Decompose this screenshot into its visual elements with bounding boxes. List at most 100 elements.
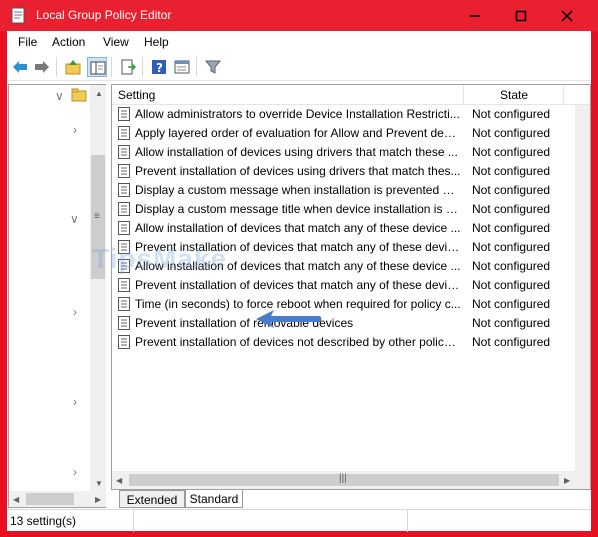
up-one-level-button[interactable] (63, 57, 83, 77)
chevron-right-icon[interactable]: › (73, 465, 77, 479)
view-tabs: Extended Standard (111, 490, 591, 508)
tree-vertical-scrollbar[interactable] (90, 85, 106, 491)
setting-state: Not configured (472, 278, 551, 292)
maximize-button[interactable] (498, 0, 544, 31)
help-icon: ? (152, 60, 166, 75)
back-button[interactable] (10, 57, 30, 77)
properties-button[interactable] (172, 57, 192, 77)
column-divider[interactable] (463, 85, 464, 105)
policy-setting-icon (118, 107, 130, 121)
show-hide-tree-button[interactable] (87, 57, 107, 77)
setting-state: Not configured (472, 240, 551, 254)
svg-text:?: ? (156, 61, 163, 75)
toolbar: ? (7, 53, 591, 81)
setting-state: Not configured (472, 316, 551, 330)
window-frame: Local Group Policy Editor File Action Vi… (0, 0, 598, 537)
policy-setting-icon (118, 183, 130, 197)
setting-state: Not configured (472, 126, 551, 140)
scroll-right-arrow-icon[interactable]: ▶ (564, 476, 570, 485)
table-row[interactable]: Apply layered order of evaluation for Al… (112, 124, 577, 143)
scroll-down-arrow-icon[interactable]: ▼ (95, 479, 103, 488)
client-area: File Action View Help ? ∨ › ∨ › › › ▲ ≡ … (7, 31, 591, 532)
annotation-arrow-icon (256, 310, 322, 328)
chevron-down-icon[interactable]: ∨ (70, 212, 79, 226)
console-tree-pane[interactable]: ∨ › ∨ › › › ▲ ≡ ▼ ◀ ▶ (8, 84, 106, 508)
settings-list-pane[interactable]: Setting State Allow administrators to ov… (111, 84, 591, 490)
table-row[interactable]: Display a custom message when installati… (112, 181, 577, 200)
setting-name: Allow installation of devices using driv… (135, 145, 458, 159)
chevron-right-icon[interactable]: › (73, 305, 77, 319)
table-row[interactable]: Prevent installation of devices not desc… (112, 333, 577, 352)
column-divider[interactable] (563, 85, 564, 105)
watermark: TipsMake (92, 243, 228, 274)
back-arrow-icon (13, 61, 27, 73)
scroll-left-arrow-icon[interactable]: ◀ (116, 476, 122, 485)
chevron-down-icon[interactable]: ∨ (55, 89, 64, 103)
table-row[interactable]: Allow installation of devices using driv… (112, 143, 577, 162)
folder-icon (71, 88, 87, 102)
setting-state: Not configured (472, 183, 551, 197)
policy-editor-icon (11, 7, 25, 24)
export-list-icon (121, 59, 136, 75)
status-divider (407, 510, 408, 532)
column-header-setting[interactable]: Setting (118, 88, 155, 102)
scrollbar-corner (575, 471, 590, 489)
help-button[interactable]: ? (149, 57, 169, 77)
setting-state: Not configured (472, 221, 551, 235)
grip-icon: ||| (339, 473, 347, 484)
menu-action[interactable]: Action (52, 35, 85, 49)
table-row[interactable]: Allow administrators to override Device … (112, 105, 577, 124)
setting-name: Allow administrators to override Device … (135, 107, 460, 121)
scroll-left-arrow-icon[interactable]: ◀ (13, 495, 19, 504)
tree-hscroll-thumb[interactable] (26, 493, 74, 505)
policy-setting-icon (118, 335, 130, 349)
scroll-right-arrow-icon[interactable]: ▶ (95, 495, 101, 504)
scroll-up-arrow-icon[interactable]: ▲ (95, 89, 103, 98)
policy-setting-icon (118, 202, 130, 216)
title-bar[interactable]: Local Group Policy Editor (0, 0, 598, 31)
setting-name: Prevent installation of devices that mat… (135, 278, 461, 292)
setting-name: Prevent installation of devices not desc… (135, 335, 461, 349)
menu-file[interactable]: File (18, 35, 37, 49)
table-row[interactable]: Display a custom message title when devi… (112, 200, 577, 219)
table-row[interactable]: Prevent installation of removable device… (112, 314, 577, 333)
setting-state: Not configured (472, 145, 551, 159)
setting-state: Not configured (472, 297, 551, 311)
tab-extended[interactable]: Extended (119, 490, 185, 508)
console-tree-icon (90, 61, 106, 75)
policy-setting-icon (118, 145, 130, 159)
policy-setting-icon (118, 164, 130, 178)
export-list-button[interactable] (118, 57, 138, 77)
minimize-button[interactable] (452, 0, 498, 31)
setting-name: Allow installation of devices that match… (135, 221, 461, 235)
filter-icon (205, 60, 221, 74)
close-button[interactable] (544, 0, 595, 31)
grip-icon: ≡ (94, 211, 100, 222)
toolbar-separator (56, 57, 57, 77)
setting-state: Not configured (472, 107, 551, 121)
menu-bar: File Action View Help (7, 31, 591, 53)
tab-standard[interactable]: Standard (185, 490, 243, 508)
table-row[interactable]: Prevent installation of devices using dr… (112, 162, 577, 181)
toolbar-separator (111, 57, 112, 77)
chevron-right-icon[interactable]: › (73, 123, 77, 137)
forward-arrow-icon (35, 61, 49, 73)
chevron-right-icon[interactable]: › (73, 395, 77, 409)
setting-state: Not configured (472, 202, 551, 216)
table-row[interactable]: Time (in seconds) to force reboot when r… (112, 295, 577, 314)
column-header-state[interactable]: State (500, 88, 528, 102)
table-row[interactable]: Allow installation of devices that match… (112, 219, 577, 238)
menu-help[interactable]: Help (144, 35, 169, 49)
list-header: Setting State (112, 85, 590, 105)
filter-button[interactable] (203, 57, 223, 77)
policy-setting-icon (118, 221, 130, 235)
minimize-icon (470, 15, 480, 17)
setting-name: Display a custom message when installati… (135, 183, 461, 197)
setting-name: Display a custom message title when devi… (135, 202, 461, 216)
maximize-icon (515, 10, 527, 22)
menu-view[interactable]: View (103, 35, 129, 49)
policy-setting-icon (118, 297, 130, 311)
table-row[interactable]: Prevent installation of devices that mat… (112, 276, 577, 295)
forward-button[interactable] (32, 57, 52, 77)
list-vertical-scrollbar[interactable] (575, 105, 590, 471)
